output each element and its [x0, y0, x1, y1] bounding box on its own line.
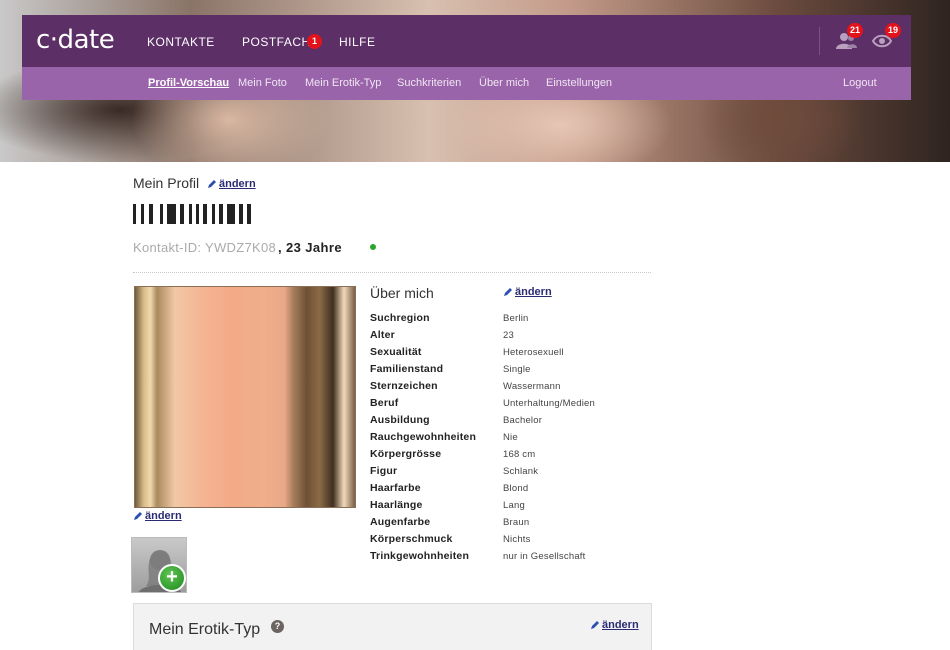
- attr-label: Sternzeichen: [370, 380, 438, 392]
- attr-value: 23: [503, 330, 514, 341]
- subnav-einstellungen[interactable]: Einstellungen: [546, 77, 612, 89]
- attr-value: Braun: [503, 517, 530, 528]
- contacts-badge: 21: [847, 23, 864, 38]
- contact-id: Kontakt-ID: YWDZ7K08: [133, 240, 277, 255]
- photo-edit-label: ändern: [145, 510, 182, 522]
- profile-name-redacted: [133, 204, 251, 224]
- visitors-badge: 19: [885, 23, 902, 38]
- attr-label: Haarlänge: [370, 499, 423, 511]
- profile-edit-label: ändern: [219, 178, 256, 190]
- about-title: Über mich: [370, 285, 434, 301]
- cdate-logo[interactable]: c·date: [36, 25, 115, 55]
- attr-value: Heterosexuell: [503, 347, 564, 358]
- attr-label: Körperschmuck: [370, 533, 453, 545]
- attr-label: Suchregion: [370, 312, 430, 324]
- profile-title: Mein Profil: [133, 175, 200, 191]
- attr-label: Trinkgewohnheiten: [370, 550, 470, 562]
- subnav-mein-erotik-typ[interactable]: Mein Erotik-Typ: [305, 77, 381, 89]
- attr-value: Wassermann: [503, 381, 561, 392]
- attr-value: Single: [503, 364, 531, 375]
- attr-label: Alter: [370, 329, 395, 341]
- attr-value: Unterhaltung/Medien: [503, 398, 595, 409]
- photo-edit-link[interactable]: ändern: [133, 510, 182, 522]
- about-edit-link[interactable]: ändern: [503, 286, 552, 298]
- about-edit-label: ändern: [515, 286, 552, 298]
- attr-value: Nie: [503, 432, 518, 443]
- section-divider: [133, 272, 651, 273]
- nav-postfach[interactable]: POSTFACH: [242, 35, 311, 49]
- attr-value: nur in Gesellschaft: [503, 551, 586, 562]
- attr-value: Berlin: [503, 313, 529, 324]
- nav-divider: [819, 27, 820, 55]
- add-photo-plus-icon[interactable]: +: [158, 564, 186, 592]
- attr-label: Beruf: [370, 397, 399, 409]
- attr-label: Familienstand: [370, 363, 444, 375]
- attr-label: Haarfarbe: [370, 482, 421, 494]
- attr-label: Rauchgewohnheiten: [370, 431, 477, 443]
- pencil-icon: [504, 288, 512, 296]
- erotik-edit-label: ändern: [602, 619, 639, 631]
- pencil-icon: [208, 180, 216, 188]
- postfach-badge: 1: [307, 34, 322, 49]
- subnav-ueber-mich[interactable]: Über mich: [479, 77, 529, 89]
- attr-label: Sexualität: [370, 346, 422, 358]
- attr-value: 168 cm: [503, 449, 536, 460]
- attr-value: Nichts: [503, 534, 531, 545]
- pencil-icon: [591, 621, 599, 629]
- attr-value: Blond: [503, 483, 529, 494]
- subnav-mein-foto[interactable]: Mein Foto: [238, 77, 287, 89]
- pencil-icon: [134, 512, 142, 520]
- help-icon[interactable]: ?: [271, 620, 284, 633]
- subnav-profil-vorschau[interactable]: Profil-Vorschau: [148, 77, 229, 89]
- nav-hilfe[interactable]: HILFE: [339, 35, 376, 49]
- attr-value: Bachelor: [503, 415, 543, 426]
- contacts-button[interactable]: [834, 15, 864, 67]
- attr-value: Lang: [503, 500, 525, 511]
- erotik-typ-title: Mein Erotik-Typ: [149, 621, 261, 638]
- nav-kontakte[interactable]: KONTAKTE: [147, 35, 215, 49]
- profile-edit-link[interactable]: ändern: [207, 178, 256, 190]
- attr-label: Körpergrösse: [370, 448, 442, 460]
- attr-label: Augenfarbe: [370, 516, 431, 528]
- attr-label: Ausbildung: [370, 414, 430, 426]
- erotik-edit-link[interactable]: ändern: [590, 619, 639, 631]
- logout-link[interactable]: Logout: [843, 77, 877, 89]
- main-navbar: c·date KONTAKTE POSTFACH 1 HILFE 21 19: [22, 15, 911, 67]
- profile-age: , 23 Jahre: [278, 240, 342, 255]
- sub-navbar: Profil-Vorschau Mein Foto Mein Erotik-Ty…: [22, 67, 911, 100]
- erotik-typ-section: Mein Erotik-Typ ? ändern: [133, 603, 652, 650]
- profile-photo[interactable]: [134, 286, 356, 508]
- subnav-suchkriterien[interactable]: Suchkriterien: [397, 77, 461, 89]
- online-status-dot: [370, 244, 376, 250]
- attr-value: Schlank: [503, 466, 539, 477]
- attr-label: Figur: [370, 465, 398, 477]
